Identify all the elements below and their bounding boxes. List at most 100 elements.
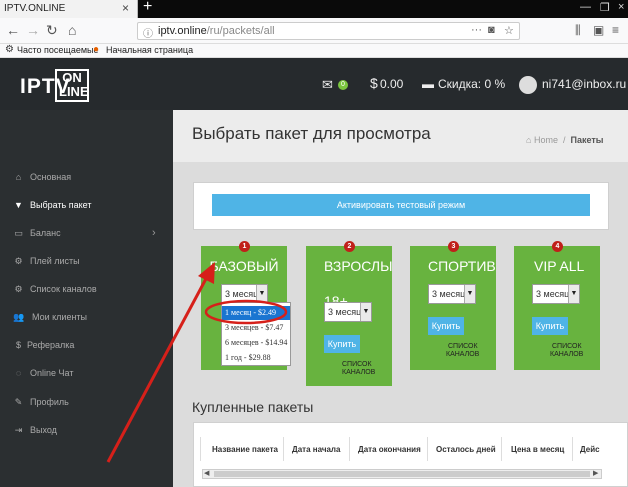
page-title: Выбрать пакет для просмотра (192, 124, 431, 143)
sidebar-item-label: Online Чат (30, 368, 74, 378)
breadcrumb-current: Пакеты (570, 135, 604, 145)
window-close-icon[interactable]: × (618, 1, 624, 13)
scroll-right-icon[interactable]: ▶ (593, 469, 598, 477)
sidebar-toggle-icon[interactable]: ▣ (593, 23, 604, 37)
bookmark-most-visited[interactable]: Часто посещаемые (17, 45, 99, 55)
period-select[interactable]: 3 месяца ▼ (428, 284, 476, 304)
home-icon[interactable]: ⌂ (68, 22, 76, 38)
channel-list-link-line2[interactable]: КАНАЛОВ (550, 351, 583, 359)
sidebar-item-playlists[interactable]: ⚙ Плей листы (0, 253, 173, 273)
table-divider (427, 437, 428, 461)
dropdown-arrow-icon[interactable]: ▼ (568, 285, 579, 303)
package-number-badge: 3 (448, 241, 459, 252)
channel-list-link[interactable]: СПИСОК (448, 343, 478, 351)
package-number-badge: 2 (344, 241, 355, 252)
library-icon[interactable]: ⫼ (575, 23, 581, 38)
sidebar-item-label: Рефералка (27, 340, 75, 350)
table-divider (572, 437, 573, 461)
dropdown-option[interactable]: 6 месяцев - $14.94 (222, 336, 290, 350)
logout-icon: ⇥ (14, 425, 23, 435)
scroll-left-icon[interactable]: ◀ (204, 469, 209, 477)
mail-icon[interactable]: ✉ (322, 77, 333, 93)
star-icon[interactable]: ☆ (504, 24, 514, 37)
sidebar-item-referral[interactable]: $ Рефералка (0, 337, 173, 357)
buy-button[interactable]: Купить (532, 317, 568, 335)
firefox-icon: ● (93, 44, 100, 55)
period-select-value: 3 месяца (536, 289, 568, 299)
back-icon[interactable]: ← (6, 22, 20, 38)
new-tab-icon[interactable]: + (143, 0, 152, 16)
discount-text: Скидка: 0 % (438, 77, 506, 91)
forward-icon[interactable]: → (26, 22, 40, 38)
channel-list-link[interactable]: СПИСОК (552, 343, 582, 351)
test-mode-panel: Активировать тестовый режим (193, 182, 609, 230)
reload-icon[interactable]: ↻ (46, 22, 58, 39)
channel-list-link[interactable]: СПИСОК (342, 361, 372, 369)
breadcrumb-home[interactable]: Home (534, 135, 558, 145)
package-name: VIP ALL (534, 258, 585, 274)
scrollbar-thumb[interactable] (214, 471, 590, 477)
minimize-icon[interactable]: — (580, 1, 591, 13)
dropdown-option[interactable]: 1 месяц - $2.49 (222, 306, 290, 320)
table-header[interactable]: Осталось дней (436, 445, 496, 454)
site-header: IPTV ON LINE ✉ 0 $ 0.00 ▬ Скидка: 0 % ni… (0, 58, 628, 110)
channel-list-link-line2[interactable]: КАНАЛОВ (446, 351, 479, 359)
period-select[interactable]: 3 месяца ▼ (221, 284, 268, 304)
package-name: СПОРТИВНЫЙ (428, 258, 496, 274)
sidebar-item-my-clients[interactable]: 👥 Мои клиенты (0, 309, 173, 329)
sidebar-item-balance[interactable]: ▭ Баланс › (0, 225, 173, 245)
chevron-right-icon: › (152, 227, 156, 239)
table-header[interactable]: Дата окончания (358, 445, 421, 454)
activate-test-button[interactable]: Активировать тестовый режим (212, 194, 590, 216)
cart-icon: ▼ (14, 200, 23, 210)
dropdown-arrow-icon[interactable]: ▼ (464, 285, 475, 303)
url-bar[interactable]: ⓘ iptv.online/ru/packets/all ··· ◙ ☆ (137, 22, 520, 40)
dropdown-arrow-icon[interactable]: ▼ (256, 285, 267, 303)
tab-title: IPTV.ONLINE (4, 3, 66, 14)
dropdown-option[interactable]: 3 месяцев - $7.47 (222, 321, 290, 335)
sidebar-item-profile[interactable]: ✎ Профиль (0, 394, 173, 414)
sidebar-item-online-chat[interactable]: ◌ Online Чат (0, 365, 173, 385)
more-icon[interactable]: ··· (471, 24, 482, 36)
url-path: /ru/packets/all (206, 25, 275, 37)
bookmarks-bar: ⚙ Часто посещаемые ● Начальная страница (0, 44, 628, 58)
table-header[interactable]: Дата начала (292, 445, 340, 454)
sidebar-item-label: Основная (30, 172, 72, 182)
sidebar-item-choose-package[interactable]: ▼ Выбрать пакет (0, 197, 173, 217)
buy-button[interactable]: Купить (324, 335, 360, 353)
maximize-icon[interactable]: ❐ (600, 1, 610, 14)
discount-icon: ▬ (422, 77, 434, 91)
info-icon[interactable]: ⓘ (143, 25, 153, 40)
period-select[interactable]: 3 месяца ▼ (324, 302, 372, 322)
browser-tab[interactable]: IPTV.ONLINE × (0, 0, 138, 18)
dollar-icon: $ (370, 75, 378, 91)
user-email[interactable]: ni741@inbox.ru (542, 77, 626, 91)
dropdown-arrow-icon[interactable]: ▼ (360, 303, 371, 321)
period-select[interactable]: 3 месяца ▼ (532, 284, 580, 304)
logo-line: LINE (59, 84, 89, 99)
table-divider (349, 437, 350, 461)
balance-value[interactable]: 0.00 (380, 77, 403, 91)
close-icon[interactable]: × (122, 1, 129, 15)
table-header[interactable]: Цена в месяц (511, 445, 564, 454)
sidebar-item-main[interactable]: ⌂ Основная (0, 169, 173, 189)
pocket-icon[interactable]: ◙ (488, 24, 495, 36)
avatar[interactable] (519, 76, 537, 94)
bookmark-start-page[interactable]: Начальная страница (106, 45, 193, 55)
sidebar-item-logout[interactable]: ⇥ Выход (0, 422, 173, 442)
title-band: Выбрать пакет для просмотра ⌂ Home / Пак… (173, 110, 628, 162)
table-header[interactable]: Название пакета (212, 445, 278, 454)
sidebar-item-channel-list[interactable]: ⚙ Список каналов (0, 281, 173, 301)
logo-on: ON (62, 70, 82, 85)
gear-icon: ⚙ (14, 256, 23, 266)
buy-button[interactable]: Купить (428, 317, 464, 335)
channel-list-link-line2[interactable]: КАНАЛОВ (342, 369, 375, 377)
horizontal-scrollbar[interactable]: ◀ ▶ (202, 469, 602, 479)
sidebar-item-label: Список каналов (30, 284, 97, 294)
package-name: БАЗОВЫЙ (209, 258, 279, 274)
dropdown-option[interactable]: 1 год - $29.88 (222, 351, 290, 365)
url-text: iptv.online/ru/packets/all (158, 25, 275, 37)
menu-icon[interactable]: ≡ (612, 23, 619, 37)
table-header[interactable]: Дейс (580, 445, 600, 454)
edit-icon: ✎ (14, 397, 23, 407)
